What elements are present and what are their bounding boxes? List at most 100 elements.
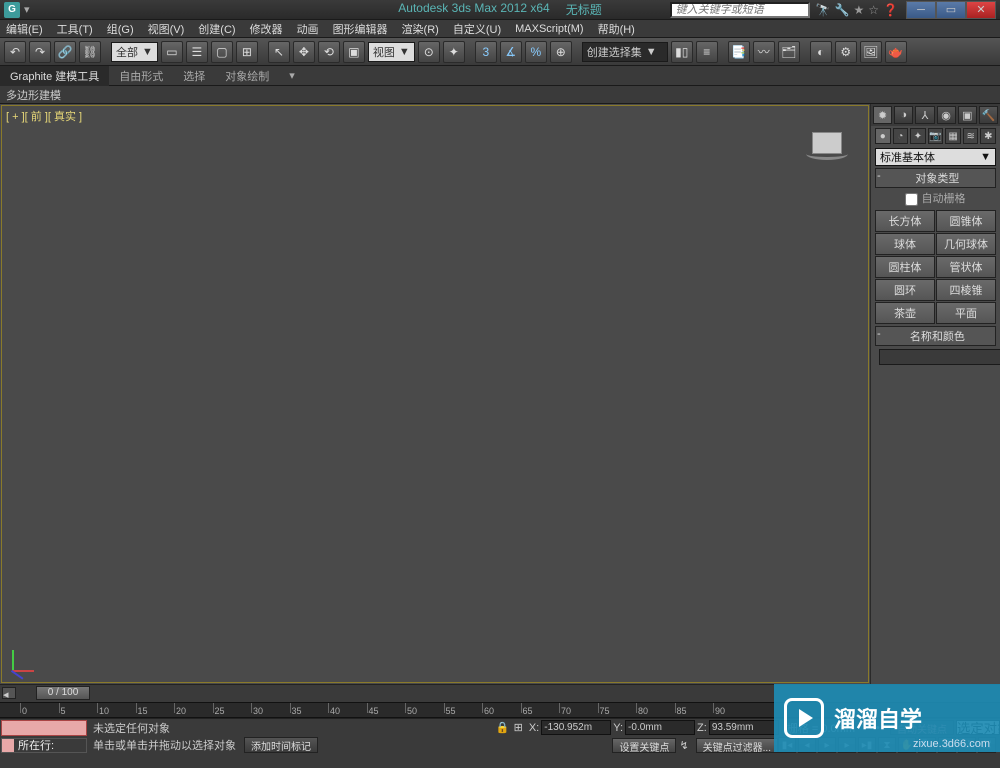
set-key-button[interactable]: 设置关键点 (612, 738, 676, 753)
search-input[interactable] (670, 2, 810, 18)
lock-icon[interactable]: 🔒 (496, 721, 510, 734)
time-slider-handle[interactable]: 0 / 100 (36, 686, 90, 700)
star-icon[interactable]: ★ (854, 3, 865, 17)
move-icon[interactable]: ✥ (293, 41, 315, 63)
rotate-icon[interactable]: ⟲ (318, 41, 340, 63)
box-button[interactable]: 长方体 (875, 210, 935, 232)
menu-create[interactable]: 创建(C) (198, 21, 235, 37)
snap-toggle-icon[interactable]: 3 (475, 41, 497, 63)
geosphere-button[interactable]: 几何球体 (936, 233, 996, 255)
ribbon-tab-paint[interactable]: 对象绘制 (215, 66, 279, 86)
favorite-icon[interactable]: ☆ (868, 3, 879, 17)
refcoord-dropdown[interactable]: 视图▼ (368, 42, 415, 62)
wrench-icon[interactable]: 🔧 (835, 3, 850, 17)
binoculars-icon[interactable]: 🔭 (816, 3, 831, 17)
name-color-header[interactable]: -名称和颜色 (875, 326, 996, 346)
menu-graph[interactable]: 图形编辑器 (333, 21, 388, 37)
menu-customize[interactable]: 自定义(U) (453, 21, 501, 37)
motion-tab-icon[interactable]: ◉ (937, 106, 956, 124)
unlink-icon[interactable]: ⛓ (79, 41, 101, 63)
shapes-icon[interactable]: ◔ (893, 128, 909, 144)
pivot-icon[interactable]: ⊙ (418, 41, 440, 63)
mirror-icon[interactable]: ▮▯ (671, 41, 693, 63)
select-icon[interactable]: ▭ (161, 41, 183, 63)
utilities-tab-icon[interactable]: 🔨 (979, 106, 998, 124)
add-time-tag-button[interactable]: 添加时间标记 (244, 737, 318, 753)
align-icon[interactable]: ≡ (696, 41, 718, 63)
undo-icon[interactable]: ↶ (4, 41, 26, 63)
sphere-button[interactable]: 球体 (875, 233, 935, 255)
menu-animation[interactable]: 动画 (297, 21, 319, 37)
torus-button[interactable]: 圆环 (875, 279, 935, 301)
manipulate-icon[interactable]: ✦ (443, 41, 465, 63)
z-input[interactable]: 93.59mm (709, 720, 779, 735)
layer-icon[interactable]: 📑 (728, 41, 750, 63)
teapot-button[interactable]: 茶壶 (875, 302, 935, 324)
filter-dropdown[interactable]: 全部▼ (111, 42, 158, 62)
pyramid-button[interactable]: 四棱锥 (936, 279, 996, 301)
region-rect-icon[interactable]: ▢ (211, 41, 233, 63)
modify-tab-icon[interactable]: ◑ (894, 106, 913, 124)
geometry-icon[interactable]: ● (875, 128, 891, 144)
tube-button[interactable]: 管状体 (936, 256, 996, 278)
percent-snap-icon[interactable]: % (525, 41, 547, 63)
systems-icon[interactable]: ✱ (980, 128, 996, 144)
help-icon[interactable]: ❓ (883, 3, 898, 17)
menu-tools[interactable]: 工具(T) (57, 21, 93, 37)
minimize-button[interactable]: ─ (906, 1, 936, 19)
spacewarps-icon[interactable]: ≋ (963, 128, 979, 144)
ribbon-tab-selection[interactable]: 选择 (173, 66, 215, 86)
material-editor-icon[interactable]: ◐ (810, 41, 832, 63)
ribbon-tab-freeform[interactable]: 自由形式 (109, 66, 173, 86)
named-selection-dropdown[interactable]: 创建选择集▼ (582, 42, 668, 62)
app-icon[interactable]: G (4, 2, 20, 18)
menu-render[interactable]: 渲染(R) (402, 21, 439, 37)
lights-icon[interactable]: ✦ (910, 128, 926, 144)
cylinder-button[interactable]: 圆柱体 (875, 256, 935, 278)
x-input[interactable]: -130.952m (541, 720, 611, 735)
category-dropdown[interactable]: 标准基本体▼ (875, 148, 996, 166)
select-object-icon[interactable]: ↖ (268, 41, 290, 63)
menu-edit[interactable]: 编辑(E) (6, 21, 43, 37)
cameras-icon[interactable]: 📷 (928, 128, 944, 144)
render-icon[interactable]: 🫖 (885, 41, 907, 63)
dropdown-arrow-icon[interactable]: ▾ (24, 3, 30, 16)
viewcube[interactable] (806, 126, 848, 160)
menu-maxscript[interactable]: MAXScript(M) (515, 23, 583, 35)
display-tab-icon[interactable]: ▣ (958, 106, 977, 124)
viewcube-ring-icon[interactable] (806, 148, 848, 160)
schematic-icon[interactable]: 🗂 (778, 41, 800, 63)
menu-group[interactable]: 组(G) (107, 21, 134, 37)
ribbon-expand-icon[interactable]: ▾ (279, 66, 305, 86)
menu-modifiers[interactable]: 修改器 (250, 21, 283, 37)
key-filter-icon[interactable]: ↯ (679, 739, 688, 752)
ribbon-tab-modeling[interactable]: Graphite 建模工具 (0, 66, 109, 86)
viewport-label[interactable]: [ + ][ 前 ][ 真实 ] (6, 108, 82, 124)
spinner-snap-icon[interactable]: ⊕ (550, 41, 572, 63)
helpers-icon[interactable]: ▦ (945, 128, 961, 144)
object-type-header[interactable]: -对象类型 (875, 168, 996, 188)
cone-button[interactable]: 圆锥体 (936, 210, 996, 232)
key-filters-button[interactable]: 关键点过滤器... (696, 738, 778, 753)
angle-snap-icon[interactable]: ∡ (500, 41, 522, 63)
curve-editor-icon[interactable]: 〰 (753, 41, 775, 63)
menu-view[interactable]: 视图(V) (148, 21, 185, 37)
ribbon-panel-label[interactable]: 多边形建模 (0, 86, 1000, 104)
object-name-input[interactable] (879, 349, 1000, 365)
scale-icon[interactable]: ▣ (343, 41, 365, 63)
y-input[interactable]: -0.0mm (625, 720, 695, 735)
timeslider-left-icon[interactable]: ◂ (2, 687, 16, 699)
render-frame-icon[interactable]: 🖼 (860, 41, 882, 63)
redo-icon[interactable]: ↷ (29, 41, 51, 63)
viewport-front[interactable]: [ + ][ 前 ][ 真实 ] (1, 105, 869, 683)
select-name-icon[interactable]: ☰ (186, 41, 208, 63)
transform-type-icon[interactable]: ⊞ (514, 721, 523, 734)
auto-grid-checkbox[interactable] (905, 193, 918, 206)
render-setup-icon[interactable]: ⚙ (835, 41, 857, 63)
create-tab-icon[interactable]: ✹ (873, 106, 892, 124)
link-icon[interactable]: 🔗 (54, 41, 76, 63)
plane-button[interactable]: 平面 (936, 302, 996, 324)
maximize-button[interactable]: ▭ (936, 1, 966, 19)
menu-help[interactable]: 帮助(H) (598, 21, 635, 37)
window-crossing-icon[interactable]: ⊞ (236, 41, 258, 63)
